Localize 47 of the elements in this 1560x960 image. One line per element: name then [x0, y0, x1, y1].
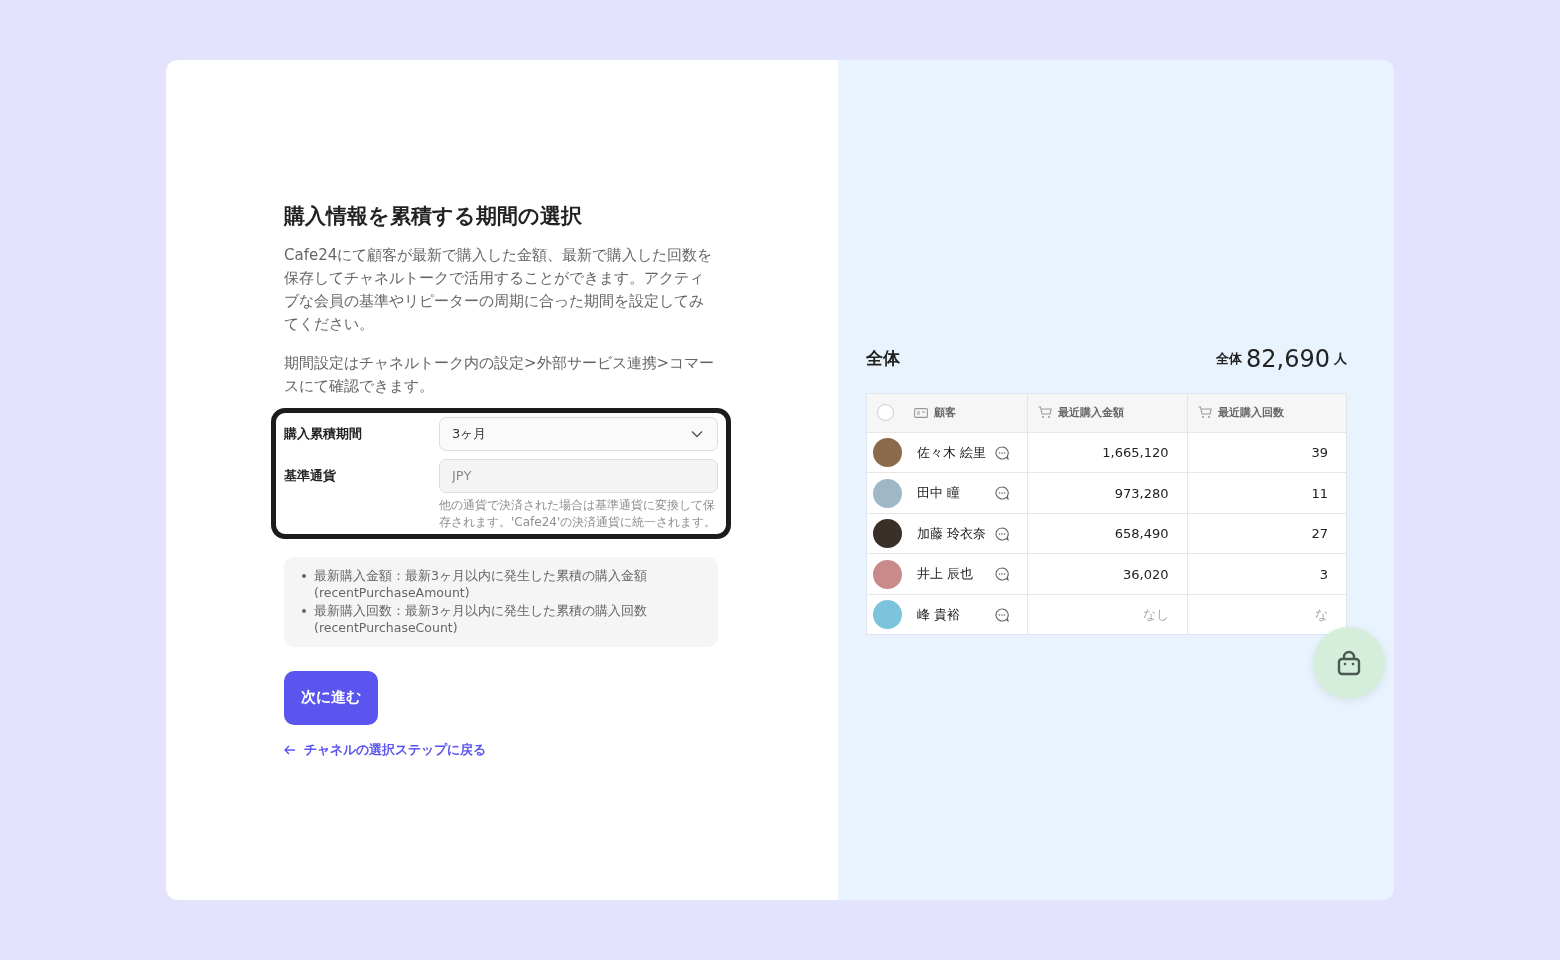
period-dropdown[interactable]: 3ヶ月: [439, 416, 718, 451]
count-cell: 3: [1319, 566, 1328, 582]
count-cell: な: [1315, 606, 1328, 622]
next-button[interactable]: 次に進む: [284, 670, 378, 725]
column-header: 最近購入回数: [1217, 405, 1284, 421]
chevron-down-icon: [691, 429, 703, 438]
count-cell: 11: [1311, 485, 1328, 501]
customer-name: 佐々木 絵里: [917, 443, 988, 462]
count-cell: 27: [1311, 526, 1328, 541]
cart-icon: [1197, 406, 1212, 420]
amount-cell: 658,490: [1114, 526, 1169, 541]
back-link[interactable]: チャネルの選択ステップに戻る: [284, 740, 486, 759]
total-count: 82,690: [1246, 344, 1330, 373]
cart-icon: [1038, 406, 1052, 420]
bullet-icon: [302, 573, 306, 578]
customer-name: 峰 貴裕: [917, 605, 962, 624]
customer-name: 井上 辰也: [917, 565, 975, 583]
total-label: 全体: [1216, 349, 1242, 368]
amount-cell: 973,280: [1114, 485, 1169, 501]
shopping-bag-icon: [1335, 649, 1363, 678]
id-card-icon: [914, 407, 928, 418]
amount-cell: なし: [1142, 606, 1169, 622]
chat-icon[interactable]: [995, 607, 1009, 622]
help-text: 他の通貨で決済された場合は基準通貨に変換して保存されます。'Cafe24'の決済通貨に統一されます。: [439, 496, 718, 531]
description-text: Cafe24にて顧客が最新で購入した金額、最新で購入した回数を保存してチャネルトークで活用することができます。アクティブな会員の基準やリピーターの周期に合った期間を設定してみてください。: [284, 244, 714, 335]
column-header: 最近購入金額: [1058, 405, 1124, 421]
amount-cell: 36,020: [1123, 566, 1169, 582]
column-header: 顧客: [934, 405, 956, 421]
chat-icon[interactable]: [995, 567, 1009, 581]
chat-icon[interactable]: [995, 445, 1009, 460]
chat-icon[interactable]: [995, 526, 1009, 541]
chat-icon[interactable]: [995, 486, 1009, 500]
field-label: 基準通貨: [284, 466, 337, 485]
amount-cell: 1,665,120: [1102, 445, 1169, 460]
count-cell: 39: [1311, 445, 1328, 460]
field-label: 購入累積期間: [284, 424, 363, 443]
info-item-text: 最新購入回数：最新3ヶ月以内に発生した累積の購入回数(recentPurchaseCount): [314, 601, 648, 637]
customer-name: 加藤 玲衣奈: [917, 524, 988, 543]
form-title: 購入情報を累積する期間の選択: [284, 202, 583, 230]
preview-title: 全体: [866, 347, 900, 371]
customer-name: 田中 瞳: [917, 484, 962, 502]
arrow-left-icon: [284, 744, 296, 755]
total-unit: 人: [1334, 349, 1347, 368]
note-text: 期間設定はチャネルトーク内の設定>外部サービス連携>コマースにて確認できます。: [284, 352, 716, 397]
bullet-icon: [302, 608, 306, 613]
info-item-text: 最新購入金額：最新3ヶ月以内に発生した累積の購入金額(recentPurchaseAmount): [314, 566, 648, 602]
select-all-checkbox[interactable]: [877, 404, 894, 422]
